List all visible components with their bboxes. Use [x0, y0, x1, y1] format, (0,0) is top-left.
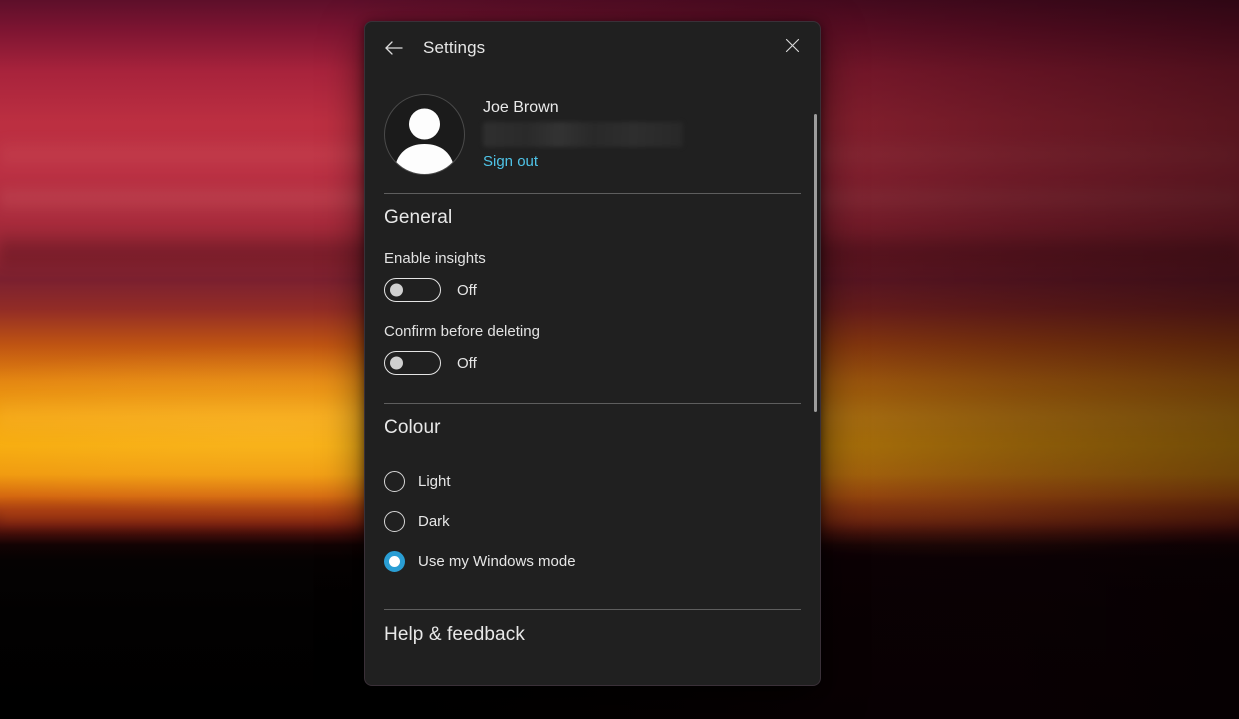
close-button[interactable] [774, 31, 810, 65]
page-title: Settings [423, 38, 485, 58]
settings-dialog: Settings [364, 21, 821, 686]
spacer [384, 581, 801, 591]
settings-scroll-area[interactable]: Joe Brown Sign out General Enable insigh… [365, 74, 820, 685]
setting-row-enable-insights: Off [384, 278, 801, 302]
divider-account [384, 193, 801, 194]
setting-label-confirm-before-deleting: Confirm before deleting [384, 322, 801, 342]
radio-icon [384, 511, 405, 532]
title-bar: Settings [365, 22, 820, 74]
section-heading-general: General [384, 207, 801, 229]
section-heading-colour: Colour [384, 417, 801, 439]
desktop-background: Settings [0, 0, 1239, 719]
account-section: Joe Brown Sign out [384, 74, 801, 175]
divider-general [384, 403, 801, 404]
radio-icon [384, 471, 405, 492]
toggle-knob [390, 284, 403, 297]
account-email-redacted [483, 122, 683, 147]
colour-radio-group: Light Dark Use my Windows mode [384, 461, 801, 581]
setting-label-enable-insights: Enable insights [384, 249, 801, 269]
arrow-left-icon [384, 40, 403, 56]
radio-option-use-my-windows-mode[interactable]: Use my Windows mode [384, 541, 801, 581]
divider-colour [384, 609, 801, 610]
scrollbar-thumb[interactable] [814, 114, 817, 412]
radio-label-light: Light [418, 473, 451, 490]
radio-icon-selected [384, 551, 405, 572]
close-icon [785, 38, 800, 58]
section-heading-help-feedback[interactable]: Help & feedback [384, 624, 801, 646]
toggle-confirm-before-deleting[interactable] [384, 351, 441, 375]
toggle-state-enable-insights: Off [457, 282, 477, 299]
account-details: Joe Brown Sign out [483, 94, 683, 172]
account-name: Joe Brown [483, 97, 683, 119]
sign-out-link[interactable]: Sign out [483, 152, 538, 172]
back-button[interactable] [375, 31, 411, 65]
radio-label-dark: Dark [418, 513, 450, 530]
avatar [384, 94, 465, 175]
toggle-enable-insights[interactable] [384, 278, 441, 302]
toggle-knob [390, 357, 403, 370]
toggle-state-confirm-before-deleting: Off [457, 355, 477, 372]
radio-option-light[interactable]: Light [384, 461, 801, 501]
spacer [384, 375, 801, 385]
setting-row-confirm-before-deleting: Off [384, 351, 801, 375]
radio-label-use-my-windows-mode: Use my Windows mode [418, 553, 576, 570]
radio-option-dark[interactable]: Dark [384, 501, 801, 541]
